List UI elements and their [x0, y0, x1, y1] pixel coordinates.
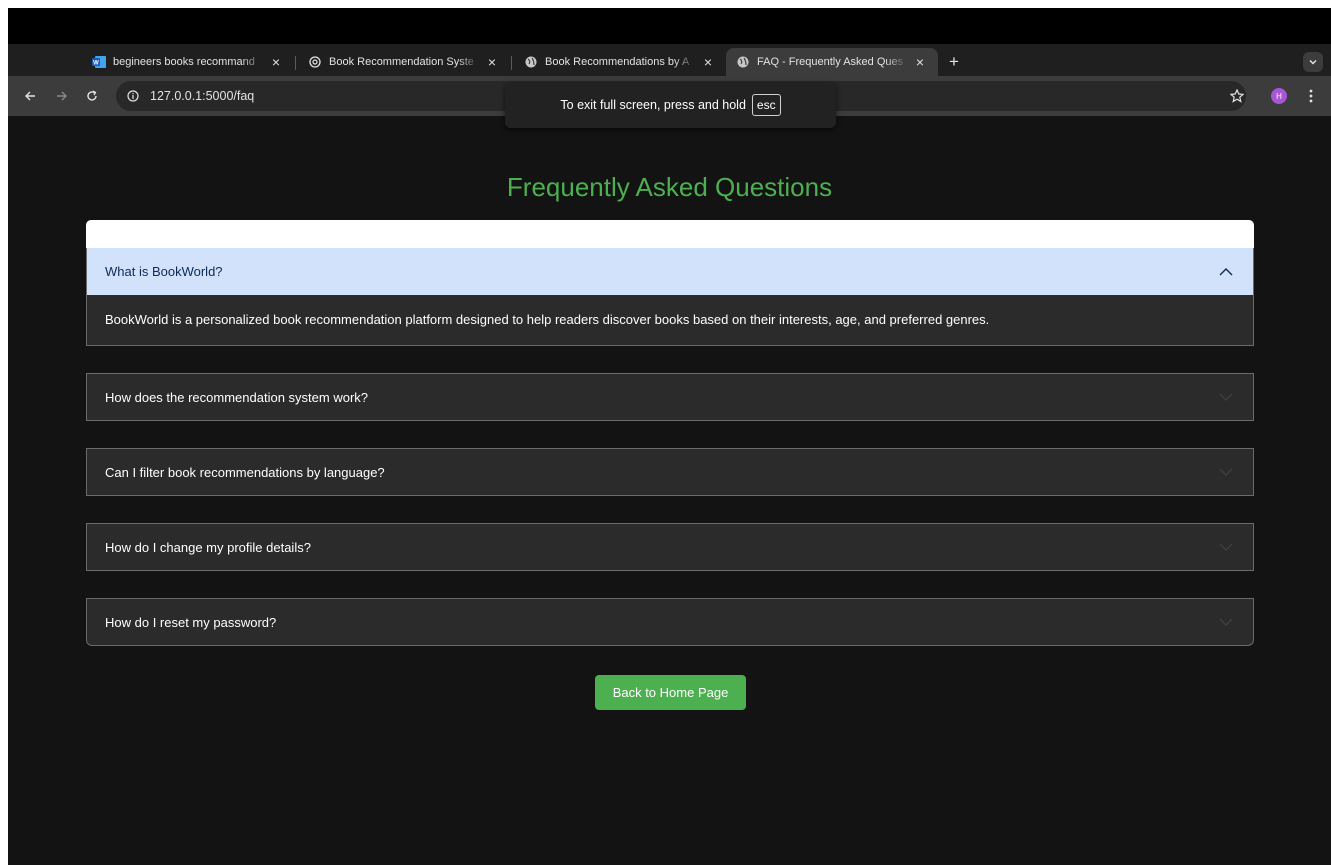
faq-question: How do I change my profile details?: [105, 539, 311, 555]
browser-window: W begineers books recommand × Book Recom…: [8, 8, 1331, 865]
faq-question-button[interactable]: Can I filter book recommendations by lan…: [87, 449, 1253, 495]
profile-avatar[interactable]: H: [1271, 88, 1287, 104]
screenshot: W begineers books recommand × Book Recom…: [0, 0, 1331, 865]
tab-title: Book Recommendations by A: [545, 56, 690, 68]
faq-item: What is BookWorld? BookWorld is a person…: [86, 248, 1254, 346]
faq-item: How does the recommendation system work?: [86, 373, 1254, 421]
back-to-home-button[interactable]: Back to Home Page: [595, 675, 746, 710]
tab-recommendations[interactable]: Book Recommendations by A ×: [514, 48, 726, 76]
faq-item: How do I change my profile details?: [86, 523, 1254, 571]
tab-title: FAQ - Frequently Asked Ques: [757, 56, 904, 68]
chevron-down-icon: [1217, 613, 1235, 631]
faq-question: How does the recommendation system work?: [105, 389, 369, 405]
faq-question-button[interactable]: How does the recommendation system work?: [87, 374, 1253, 420]
globe-icon: [736, 55, 750, 69]
fullscreen-notice-text: To exit full screen, press and hold: [560, 98, 746, 112]
title-bar: [8, 8, 1331, 44]
tab-strip: W begineers books recommand × Book Recom…: [8, 44, 1331, 76]
tab-separator: [295, 56, 296, 70]
tab-chatgpt[interactable]: Book Recommendation Syste ×: [298, 48, 510, 76]
url-text: 127.0.0.1:5000/faq: [150, 89, 255, 103]
page-title: Frequently Asked Questions: [506, 172, 833, 202]
page-content: Frequently Asked Questions What is BookW…: [8, 116, 1331, 865]
openai-icon: [308, 55, 322, 69]
bookmark-star-icon[interactable]: [1227, 86, 1247, 106]
forward-button[interactable]: [52, 86, 72, 106]
fullscreen-notice: To exit full screen, press and hold esc: [505, 82, 836, 128]
back-button[interactable]: [20, 86, 40, 106]
faq-answer: BookWorld is a personalized book recomme…: [87, 295, 1253, 345]
esc-key-hint: esc: [751, 94, 781, 116]
chevron-up-icon: [1217, 263, 1235, 281]
close-icon[interactable]: ×: [912, 54, 928, 70]
chevron-down-icon: [1309, 59, 1317, 65]
faq-question-button[interactable]: What is BookWorld?: [87, 248, 1253, 295]
reload-button[interactable]: [82, 86, 102, 106]
close-icon[interactable]: ×: [700, 54, 716, 70]
faq-question: Can I filter book recommendations by lan…: [105, 464, 385, 480]
tab-word-doc[interactable]: W begineers books recommand ×: [82, 48, 294, 76]
faq-question-button[interactable]: How do I reset my password?: [87, 599, 1253, 645]
close-icon[interactable]: ×: [268, 54, 284, 70]
faq-accordion: What is BookWorld? BookWorld is a person…: [86, 220, 1254, 646]
new-tab-button[interactable]: +: [944, 52, 964, 72]
more-menu-icon[interactable]: [1301, 86, 1321, 106]
word-doc-icon: W: [92, 55, 106, 69]
chevron-down-icon: [1217, 388, 1235, 406]
close-icon[interactable]: ×: [484, 54, 500, 70]
globe-icon: [524, 55, 538, 69]
faq-question: What is BookWorld?: [105, 264, 223, 279]
arrow-right-icon: [57, 91, 67, 101]
tab-search-button[interactable]: [1303, 52, 1323, 72]
faq-question-button[interactable]: How do I change my profile details?: [87, 524, 1253, 570]
tab-title: Book Recommendation Syste: [329, 56, 474, 68]
site-info-icon[interactable]: [126, 89, 140, 103]
tab-separator: [511, 56, 512, 70]
accordion-top-cap: [86, 220, 1254, 248]
faq-question: How do I reset my password?: [105, 614, 277, 630]
reload-icon: [87, 90, 97, 101]
faq-item: How do I reset my password?: [86, 598, 1254, 646]
svg-text:W: W: [93, 61, 99, 67]
tab-title: begineers books recommand: [113, 56, 255, 68]
chevron-down-icon: [1217, 463, 1235, 481]
tab-faq[interactable]: FAQ - Frequently Asked Ques ×: [726, 48, 938, 76]
chevron-down-icon: [1217, 538, 1235, 556]
faq-item: Can I filter book recommendations by lan…: [86, 448, 1254, 496]
arrow-left-icon: [25, 91, 35, 101]
